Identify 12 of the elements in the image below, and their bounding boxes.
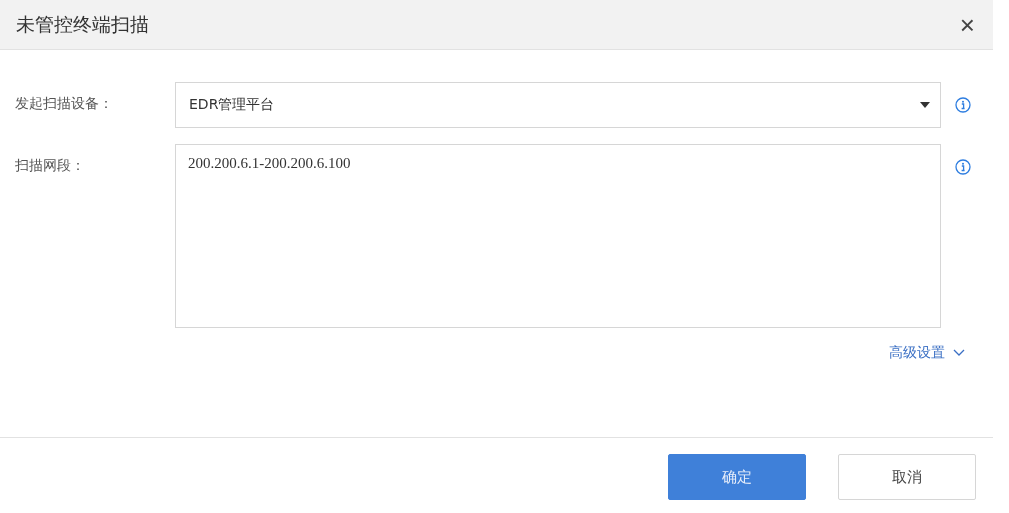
advanced-settings-link[interactable]: 高级设置: [889, 344, 965, 362]
close-button[interactable]: ×: [957, 11, 977, 38]
chevron-icon: [953, 349, 965, 357]
dialog-title: 未管控终端扫描: [16, 11, 149, 37]
field-label: 扫描网段：: [15, 156, 86, 175]
device-select[interactable]: EDR管理平台: [175, 82, 941, 128]
cancel-button[interactable]: 取消: [838, 454, 976, 500]
field-label: 发起扫描设备：: [15, 94, 114, 113]
input-field[interactable]: 200.200.6.1-200.200.6.100: [175, 144, 941, 328]
caret-icon: [920, 102, 930, 108]
info-icon[interactable]: [955, 159, 971, 175]
info-icon[interactable]: [955, 97, 971, 113]
